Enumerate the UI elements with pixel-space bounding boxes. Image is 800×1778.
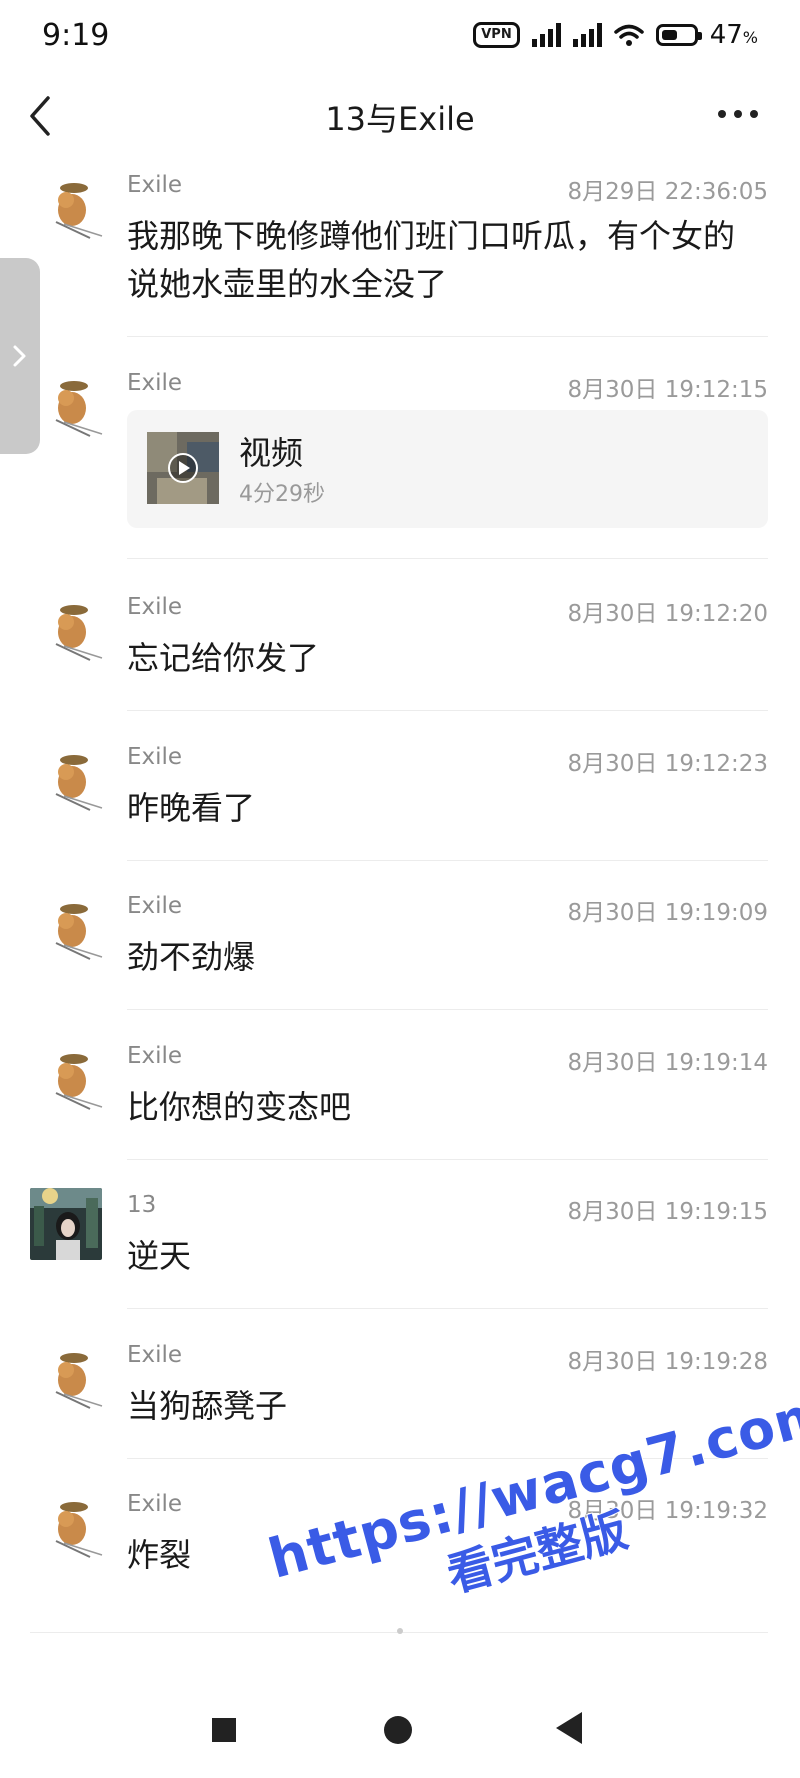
home-button[interactable] [384,1716,412,1744]
avatar [55,1054,103,1110]
message-time: 8月30日 19:19:28 [567,1349,768,1375]
status-bar: 9:19 VPN 47% [0,0,800,72]
sender-name: Exile [127,172,183,198]
avatar [55,1502,103,1558]
divider [127,1308,768,1309]
avatar [55,904,103,960]
message-time: 8月30日 19:12:20 [567,601,768,627]
sender-name: Exile [127,1491,183,1517]
sender-name: Exile [127,1043,183,1069]
sender-name: Exile [127,1342,183,1368]
message-time: 8月29日 22:36:05 [567,179,768,205]
chevron-right-icon [13,345,26,367]
video-duration: 4分29秒 [239,482,325,507]
sender-name: Exile [127,744,183,770]
message-text: 我那晚下晚修蹲他们班门口听瓜，有个女的说她水壶里的水全没了 [127,217,736,303]
divider [127,860,768,861]
message-text: 昨晚看了 [127,789,256,827]
message-time: 8月30日 19:19:14 [567,1050,768,1076]
wifi-icon [613,24,644,46]
divider [127,1159,768,1160]
message-text: 逆天 [127,1237,192,1275]
side-drawer-tab[interactable] [0,258,40,454]
message-time: 8月30日 19:12:23 [567,751,768,777]
divider [127,558,768,559]
divider [127,1009,768,1010]
video-label: 视频 [239,434,304,472]
avatar [55,1353,103,1409]
recents-button[interactable] [212,1718,236,1742]
avatar [30,1188,102,1260]
signal-icon [531,23,561,47]
message-text: 忘记给你发了 [127,639,320,677]
sender-name: Exile [127,893,183,919]
divider [127,710,768,711]
sender-name: Exile [127,594,183,620]
status-time: 9:19 [42,18,110,53]
watermark: https://wacg7.com 看完整版 [261,1379,800,1648]
message-time: 8月30日 19:19:15 [567,1199,768,1225]
avatar [55,755,103,811]
status-icons: VPN 47% [473,20,758,50]
message-time: 8月30日 19:19:09 [567,900,768,926]
vpn-icon: VPN [473,22,520,48]
avatar [55,183,103,239]
message-text: 劲不劲爆 [127,938,256,976]
video-message-card[interactable]: 视频 4分29秒 [127,410,768,528]
chat-title: 13与Exile [325,100,475,138]
chat-header: 13与Exile [0,72,800,160]
divider [127,336,768,337]
signal-icon-2 [572,23,602,47]
battery-icon [655,24,702,46]
avatar [55,381,103,437]
page-indicator-dot [397,1628,403,1634]
message-time: 8月30日 19:12:15 [567,377,768,403]
video-thumbnail[interactable] [147,432,219,504]
battery-percent: 47% [709,20,758,50]
message-text: 比你想的变态吧 [127,1088,352,1126]
sender-name: Exile [127,370,183,396]
more-options-icon[interactable] [718,102,762,126]
avatar [55,605,103,661]
back-button[interactable] [556,1712,582,1744]
sender-name: 13 [127,1192,157,1218]
